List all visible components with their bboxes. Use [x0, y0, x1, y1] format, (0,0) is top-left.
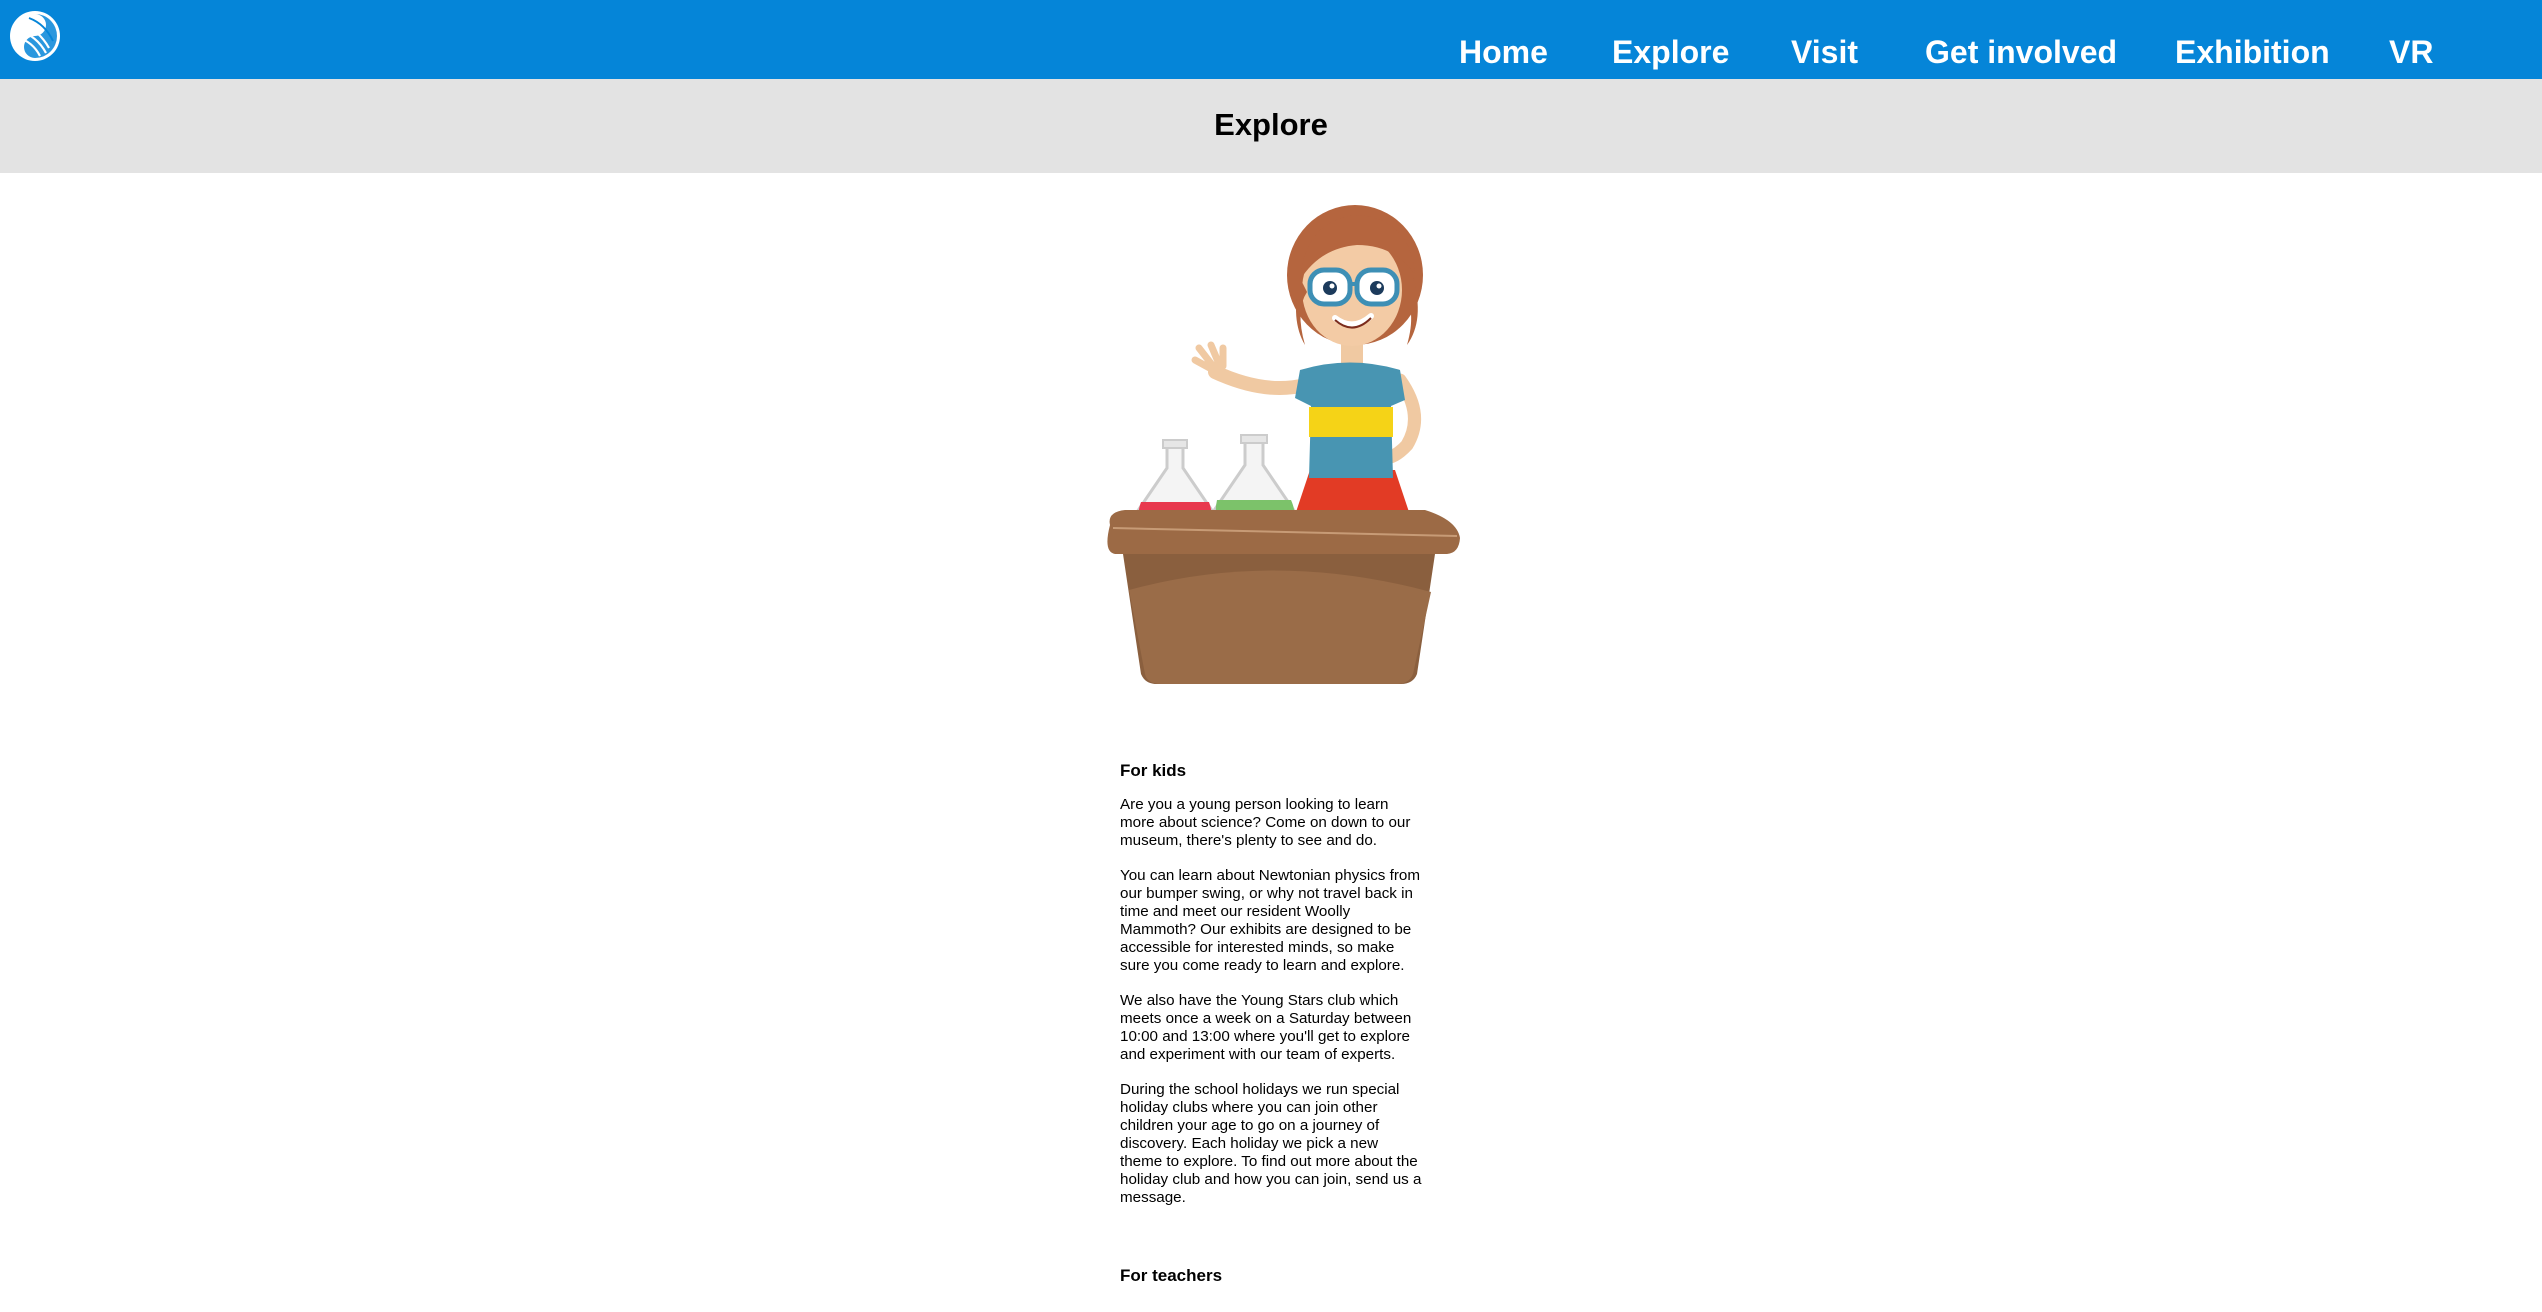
- kids-paragraph: We also have the Young Stars club which …: [1120, 992, 1412, 1063]
- main-content: For kids Are you a young person looking …: [1120, 760, 1422, 1301]
- nav-vr[interactable]: VR: [2389, 30, 2433, 74]
- nav-home[interactable]: Home: [1459, 30, 1548, 74]
- section-heading-for-teachers: For teachers: [1120, 1266, 1223, 1285]
- kids-paragraph: During the school holidays we run specia…: [1120, 1081, 1422, 1206]
- nav-get-involved[interactable]: Get involved: [1925, 30, 2117, 74]
- page-title: Explore: [1214, 107, 1328, 142]
- nav-exhibition[interactable]: Exhibition: [2175, 30, 2330, 74]
- kids-paragraph: You can learn about Newtonian physics fr…: [1120, 867, 1420, 974]
- kids-paragraph: Are you a young person looking to learn …: [1120, 796, 1411, 849]
- page-banner: Explore: [0, 79, 2542, 173]
- scientist-girl-illustration: [1095, 200, 1465, 690]
- top-navigation-bar: Home Explore Visit Get involved Exhibiti…: [0, 0, 2542, 79]
- nav-visit[interactable]: Visit: [1791, 30, 1858, 74]
- main-nav: Home Explore Visit Get involved Exhibiti…: [0, 0, 2542, 79]
- nav-explore[interactable]: Explore: [1612, 30, 1729, 74]
- section-divider: [1120, 1224, 1422, 1265]
- section-heading-for-kids: For kids: [1120, 761, 1187, 780]
